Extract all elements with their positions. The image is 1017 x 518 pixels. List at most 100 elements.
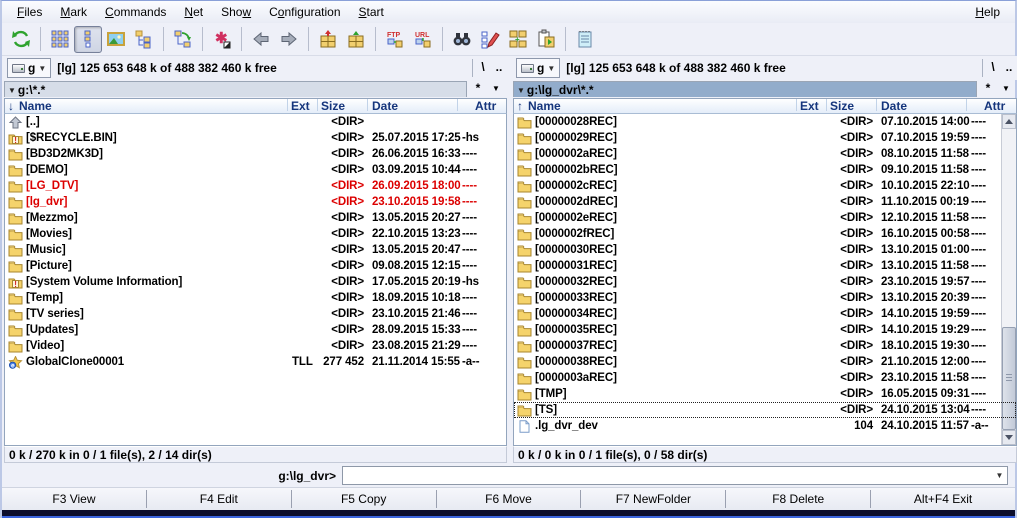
file-row[interactable]: [..]<DIR> bbox=[5, 114, 506, 130]
branch-view-button[interactable] bbox=[169, 26, 197, 53]
file-row[interactable]: [0000003aREC]<DIR>23.10.2015 11:58---- bbox=[514, 370, 1016, 386]
column-name[interactable]: Name bbox=[19, 99, 52, 114]
special-asterisk-button[interactable]: ✱ bbox=[208, 26, 236, 53]
column-size[interactable]: Size bbox=[321, 99, 345, 114]
fn-button-f8-delete[interactable]: F8 Delete bbox=[726, 488, 870, 510]
file-row[interactable]: [Temp]<DIR>18.09.2015 10:18---- bbox=[5, 290, 506, 306]
file-row[interactable]: [0000002dREC]<DIR>11.10.2015 00:19---- bbox=[514, 194, 1016, 210]
file-row[interactable]: [00000038REC]<DIR>21.10.2015 12:00---- bbox=[514, 354, 1016, 370]
menu-show[interactable]: Show bbox=[212, 2, 260, 23]
column-name[interactable]: Name bbox=[528, 99, 561, 114]
fn-button-f6-move[interactable]: F6 Move bbox=[437, 488, 581, 510]
file-row[interactable]: [LG_DTV]<DIR>26.09.2015 18:00---- bbox=[5, 178, 506, 194]
column-attr[interactable]: Attr bbox=[984, 99, 1005, 114]
parent-dir-button[interactable]: .. bbox=[1001, 59, 1017, 77]
refresh-button[interactable] bbox=[7, 26, 35, 53]
left-drive-combo[interactable]: g ▼ bbox=[7, 58, 51, 78]
command-input[interactable] bbox=[343, 467, 992, 484]
file-row[interactable]: [BD3D2MK3D]<DIR>26.06.2015 16:33---- bbox=[5, 146, 506, 162]
file-row[interactable]: [0000002aREC]<DIR>08.10.2015 11:58---- bbox=[514, 146, 1016, 162]
file-row[interactable]: [00000037REC]<DIR>18.10.2015 19:30---- bbox=[514, 338, 1016, 354]
column-size[interactable]: Size bbox=[830, 99, 854, 114]
left-path[interactable]: ▼ g:\*.* bbox=[4, 81, 467, 97]
menu-start[interactable]: Start bbox=[350, 2, 393, 23]
file-row[interactable]: [00000034REC]<DIR>14.10.2015 19:59---- bbox=[514, 306, 1016, 322]
file-row[interactable]: [00000029REC]<DIR>07.10.2015 19:59---- bbox=[514, 130, 1016, 146]
thumbnails-view-button[interactable] bbox=[102, 26, 130, 53]
file-row[interactable]: [00000033REC]<DIR>13.10.2015 20:39---- bbox=[514, 290, 1016, 306]
fn-button-f3-view[interactable]: F3 View bbox=[2, 488, 146, 510]
right-path[interactable]: ▼ g:\lg_dvr\*.* bbox=[513, 81, 977, 97]
file-row[interactable]: .lg_dvr_dev10424.10.2015 11:57-a-- bbox=[514, 418, 1016, 434]
path-dropdown-icon[interactable]: ▼ bbox=[517, 86, 525, 95]
menu-mark[interactable]: Mark bbox=[51, 2, 96, 23]
menu-net[interactable]: Net bbox=[175, 2, 212, 23]
fn-button-f5-copy[interactable]: F5 Copy bbox=[292, 488, 436, 510]
fn-button-f7-newfolder[interactable]: F7 NewFolder bbox=[581, 488, 725, 510]
pack-button[interactable] bbox=[314, 26, 342, 53]
file-row[interactable]: [Video]<DIR>23.08.2015 21:29---- bbox=[5, 338, 506, 354]
filter-button[interactable]: * bbox=[980, 80, 996, 98]
history-button[interactable]: ▼ bbox=[488, 80, 504, 98]
copy-clipboard-button[interactable] bbox=[532, 26, 560, 53]
sync-dirs-button[interactable]: + bbox=[504, 26, 532, 53]
root-dir-button[interactable]: \ bbox=[475, 59, 491, 77]
parent-dir-button[interactable]: .. bbox=[491, 59, 507, 77]
file-size: 277 452 bbox=[302, 355, 364, 369]
file-row[interactable]: [00000030REC]<DIR>13.10.2015 01:00---- bbox=[514, 242, 1016, 258]
file-row[interactable]: [0000002eREC]<DIR>12.10.2015 11:58---- bbox=[514, 210, 1016, 226]
forward-button[interactable] bbox=[275, 26, 303, 53]
multi-rename-button[interactable] bbox=[476, 26, 504, 53]
copy-clipboard-icon bbox=[536, 29, 556, 49]
file-row[interactable]: [0000002cREC]<DIR>10.10.2015 22:10---- bbox=[514, 178, 1016, 194]
fn-button-alt-f4-exit[interactable]: Alt+F4 Exit bbox=[871, 488, 1015, 510]
file-row[interactable]: [00000031REC]<DIR>13.10.2015 11:58---- bbox=[514, 258, 1016, 274]
ftp-connect-button[interactable]: FTP bbox=[381, 26, 409, 53]
file-row[interactable]: [00000035REC]<DIR>14.10.2015 19:29---- bbox=[514, 322, 1016, 338]
tree-view-button[interactable] bbox=[130, 26, 158, 53]
menu-commands[interactable]: Commands bbox=[96, 2, 175, 23]
full-view-button[interactable] bbox=[74, 26, 102, 53]
file-row[interactable]: [Updates]<DIR>28.09.2015 15:33---- bbox=[5, 322, 506, 338]
menu-help[interactable]: Help bbox=[966, 2, 1009, 23]
file-row[interactable]: ![$RECYCLE.BIN]<DIR>25.07.2015 17:25-hs bbox=[5, 130, 506, 146]
menu-files[interactable]: Files bbox=[8, 2, 51, 23]
file-row[interactable]: [Mezzmo]<DIR>13.05.2015 20:27---- bbox=[5, 210, 506, 226]
column-ext[interactable]: Ext bbox=[291, 99, 310, 114]
column-attr[interactable]: Attr bbox=[475, 99, 496, 114]
fn-button-f4-edit[interactable]: F4 Edit bbox=[147, 488, 291, 510]
file-row[interactable]: [Movies]<DIR>22.10.2015 13:23---- bbox=[5, 226, 506, 242]
command-history-dropdown[interactable]: ▼ bbox=[992, 467, 1007, 484]
file-row[interactable]: [00000028REC]<DIR>07.10.2015 14:00---- bbox=[514, 114, 1016, 130]
file-row[interactable]: [0000002bREC]<DIR>09.10.2015 11:58---- bbox=[514, 162, 1016, 178]
back-button[interactable] bbox=[247, 26, 275, 53]
search-button[interactable] bbox=[448, 26, 476, 53]
file-row[interactable]: [Music]<DIR>13.05.2015 20:47---- bbox=[5, 242, 506, 258]
column-date[interactable]: Date bbox=[372, 99, 398, 114]
unpack-button[interactable] bbox=[342, 26, 370, 53]
file-row[interactable]: [TMP]<DIR>16.05.2015 09:31---- bbox=[514, 386, 1016, 402]
file-row[interactable]: ![System Volume Information]<DIR>17.05.2… bbox=[5, 274, 506, 290]
total-commander-window: FilesMarkCommandsNetShowConfigurationSta… bbox=[0, 0, 1017, 518]
right-drive-combo[interactable]: g ▼ bbox=[516, 58, 560, 78]
file-row[interactable]: [00000032REC]<DIR>23.10.2015 19:57---- bbox=[514, 274, 1016, 290]
file-row[interactable]: [TS]<DIR>24.10.2015 13:04---- bbox=[514, 402, 1016, 418]
history-button[interactable]: ▼ bbox=[998, 80, 1014, 98]
brief-view-button[interactable] bbox=[46, 26, 74, 53]
root-dir-button[interactable]: \ bbox=[985, 59, 1001, 77]
filter-button[interactable]: * bbox=[470, 80, 486, 98]
column-ext[interactable]: Ext bbox=[800, 99, 819, 114]
file-row[interactable]: [lg_dvr]<DIR>23.10.2015 19:58---- bbox=[5, 194, 506, 210]
menu-configuration[interactable]: Configuration bbox=[260, 2, 349, 23]
ftp-url-button[interactable]: URL bbox=[409, 26, 437, 53]
file-row[interactable]: [Picture]<DIR>09.08.2015 12:15---- bbox=[5, 258, 506, 274]
column-date[interactable]: Date bbox=[881, 99, 907, 114]
command-line-bar: g:\lg_dvr> ▼ bbox=[2, 464, 1015, 487]
file-attr: ---- bbox=[971, 163, 986, 177]
file-row[interactable]: eGlobalClone00001TLL277 45221.11.2014 15… bbox=[5, 354, 506, 370]
path-dropdown-icon[interactable]: ▼ bbox=[8, 86, 16, 95]
file-row[interactable]: [TV series]<DIR>23.10.2015 21:46---- bbox=[5, 306, 506, 322]
file-row[interactable]: [0000002fREC]<DIR>16.10.2015 00:58---- bbox=[514, 226, 1016, 242]
notepad-button[interactable] bbox=[571, 26, 599, 53]
file-row[interactable]: [DEMO]<DIR>03.09.2015 10:44---- bbox=[5, 162, 506, 178]
